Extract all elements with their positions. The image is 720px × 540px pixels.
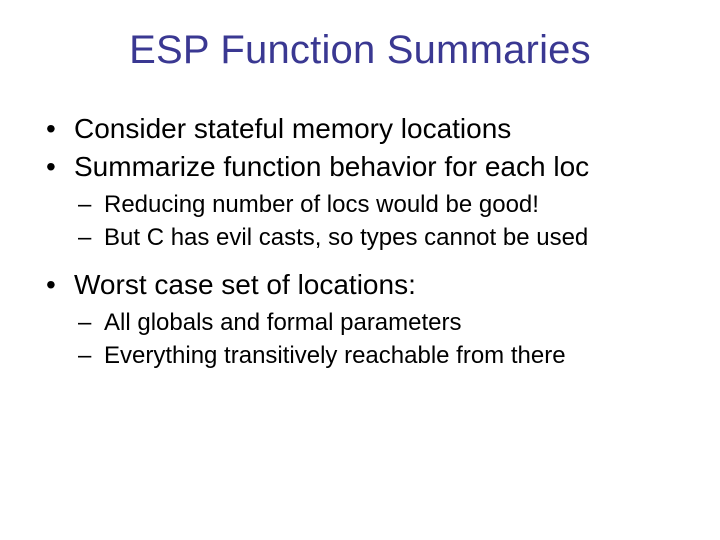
bullet-text: Worst case set of locations:: [74, 269, 416, 300]
sub-bullet-text: All globals and formal parameters: [104, 309, 462, 336]
sub-bullet-text: But C has evil casts, so types cannot be…: [104, 224, 588, 251]
bullet-list: Consider stateful memory locations Summa…: [40, 111, 680, 371]
sub-bullet-text: Everything transitively reachable from t…: [104, 342, 566, 369]
bullet-item: Summarize function behavior for each loc: [40, 149, 680, 185]
bullet-item: Consider stateful memory locations: [40, 111, 680, 147]
slide-title: ESP Function Summaries: [40, 28, 680, 73]
sub-bullet-item: All globals and formal parameters: [40, 307, 680, 338]
bullet-text: Summarize function behavior for each loc: [74, 151, 589, 182]
sub-bullet-text: Reducing number of locs would be good!: [104, 191, 539, 218]
bullet-item: Worst case set of locations:: [40, 267, 680, 303]
sub-bullet-list: Reducing number of locs would be good! B…: [40, 189, 680, 253]
sub-bullet-list: All globals and formal parameters Everyt…: [40, 307, 680, 371]
bullet-text: Consider stateful memory locations: [74, 113, 511, 144]
sub-bullet-item: But C has evil casts, so types cannot be…: [40, 222, 680, 253]
sub-bullet-item: Reducing number of locs would be good!: [40, 189, 680, 220]
sub-bullet-item: Everything transitively reachable from t…: [40, 340, 680, 371]
slide: ESP Function Summaries Consider stateful…: [0, 0, 720, 540]
